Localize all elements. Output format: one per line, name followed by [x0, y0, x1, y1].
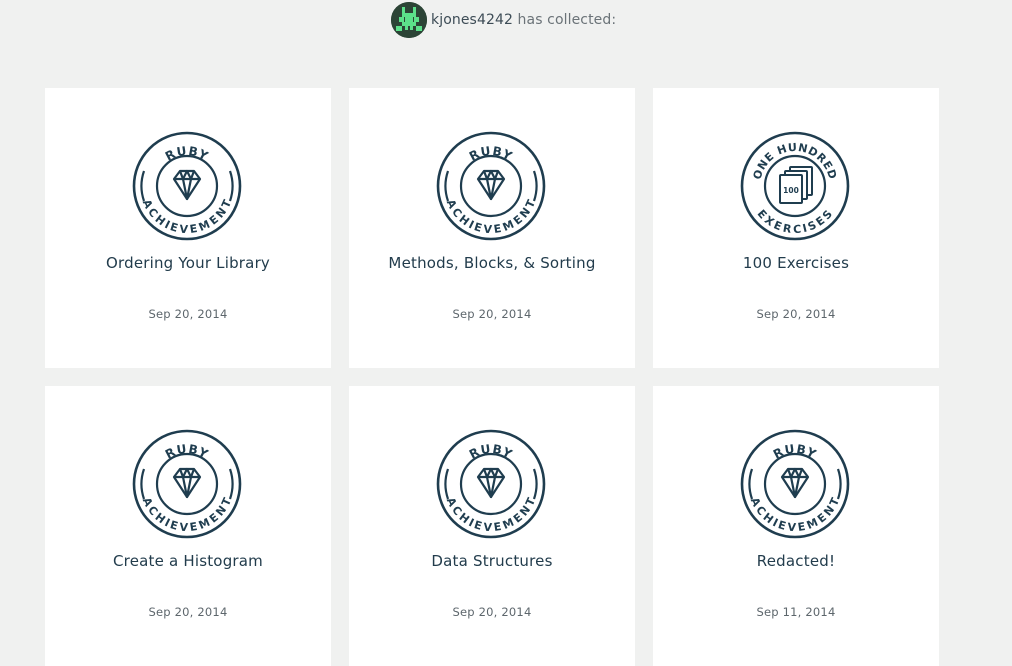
ruby-achievement-badge: RUBY ACHIEVEMENT [132, 131, 242, 241]
achievement-card[interactable]: RUBY ACHIEVEMENT Ordering Your Library S… [45, 88, 331, 368]
avatar[interactable] [391, 2, 427, 38]
achievement-title: 100 Exercises [742, 254, 850, 272]
ruby-achievement-badge: RUBY ACHIEVEMENT [740, 429, 850, 539]
achievement-title: Create a Histogram [113, 552, 263, 570]
svg-text:RUBY: RUBY [163, 144, 211, 164]
diamond-icon [476, 467, 506, 499]
achievement-card[interactable]: ONE HUNDRED EXERCISES 100 100 Exercises … [653, 88, 939, 368]
ruby-achievement-badge: RUBY ACHIEVEMENT [436, 429, 546, 539]
achievement-title: Data Structures [431, 552, 553, 570]
diamond-icon [172, 467, 202, 499]
achievement-date: Sep 20, 2014 [452, 307, 532, 321]
svg-text:RUBY: RUBY [467, 442, 515, 462]
document-stack-icon: 100 [779, 166, 813, 204]
collection-header: kjones4242 has collected: [391, 2, 616, 38]
achievement-date: Sep 20, 2014 [756, 307, 836, 321]
svg-text:RUBY: RUBY [467, 144, 515, 164]
achievement-title: Methods, Blocks, & Sorting [388, 254, 596, 272]
achievement-date: Sep 11, 2014 [756, 605, 836, 619]
header-text: kjones4242 has collected: [431, 12, 616, 28]
diamond-icon [780, 467, 810, 499]
achievement-date: Sep 20, 2014 [452, 605, 532, 619]
pixel-avatar-icon [391, 2, 427, 38]
svg-text:RUBY: RUBY [771, 442, 819, 462]
diamond-icon [476, 169, 506, 201]
collected-label: has collected: [517, 12, 617, 28]
diamond-icon [172, 169, 202, 201]
achievement-title: Redacted! [756, 552, 836, 570]
achievement-card[interactable]: RUBY ACHIEVEMENT Create a Histogram Sep … [45, 386, 331, 666]
achievement-card[interactable]: RUBY ACHIEVEMENT Methods, Blocks, & Sort… [349, 88, 635, 368]
svg-text:RUBY: RUBY [163, 442, 211, 462]
ruby-achievement-badge: RUBY ACHIEVEMENT [436, 131, 546, 241]
svg-text:100: 100 [783, 186, 799, 195]
achievement-date: Sep 20, 2014 [148, 307, 228, 321]
one-hundred-exercises-badge: ONE HUNDRED EXERCISES 100 [740, 131, 850, 241]
ruby-achievement-badge: RUBY ACHIEVEMENT [132, 429, 242, 539]
achievement-card[interactable]: RUBY ACHIEVEMENT Data Structures Sep 20,… [349, 386, 635, 666]
achievement-card[interactable]: RUBY ACHIEVEMENT Redacted! Sep 11, 2014 [653, 386, 939, 666]
achievement-title: Ordering Your Library [105, 254, 271, 272]
achievement-date: Sep 20, 2014 [148, 605, 228, 619]
username-link[interactable]: kjones4242 [431, 12, 513, 28]
